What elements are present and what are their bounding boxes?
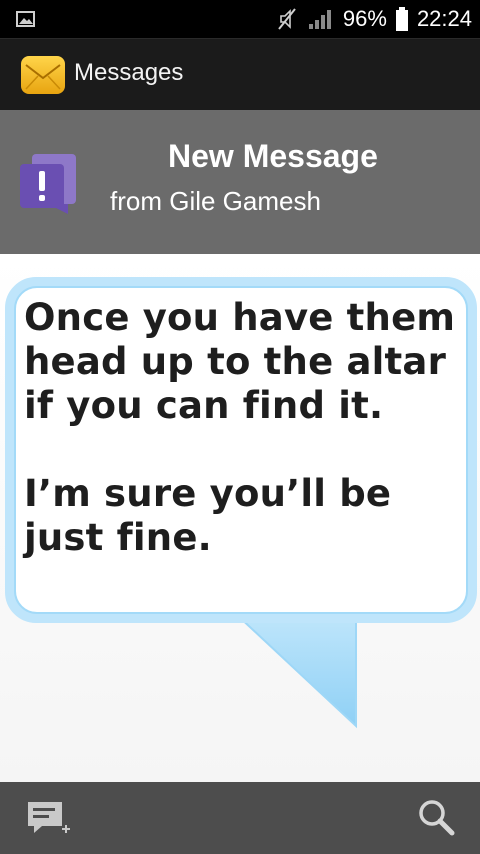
app-bar: Messages [0, 38, 480, 111]
message-paragraph: Once you have them head up to the altar … [24, 296, 456, 427]
signal-icon [308, 10, 331, 29]
status-indicators: 96% 22:24 [275, 0, 472, 38]
notification-header: New Message from Gile Gamesh [0, 110, 480, 254]
image-icon [16, 11, 35, 27]
status-bar: 96% 22:24 [0, 0, 480, 38]
compose-message-icon[interactable] [20, 798, 80, 842]
alert-message-icon [20, 154, 76, 214]
notification-title: New Message [168, 138, 378, 174]
battery-percent: 96% [342, 6, 387, 31]
app-title: Messages [74, 59, 184, 86]
message-text: Once you have them head up to the altar … [24, 296, 472, 560]
notification-sender: from Gile Gamesh [110, 186, 321, 216]
envelope-icon[interactable] [20, 53, 66, 97]
clock: 22:24 [416, 6, 472, 31]
message-content: Once you have them head up to the altar … [0, 254, 480, 782]
search-icon[interactable] [416, 798, 456, 838]
bottom-toolbar [0, 782, 480, 854]
message-paragraph: I’m sure you’ll be just fine. [24, 472, 392, 559]
mute-icon [278, 8, 296, 30]
battery-icon [395, 7, 408, 31]
